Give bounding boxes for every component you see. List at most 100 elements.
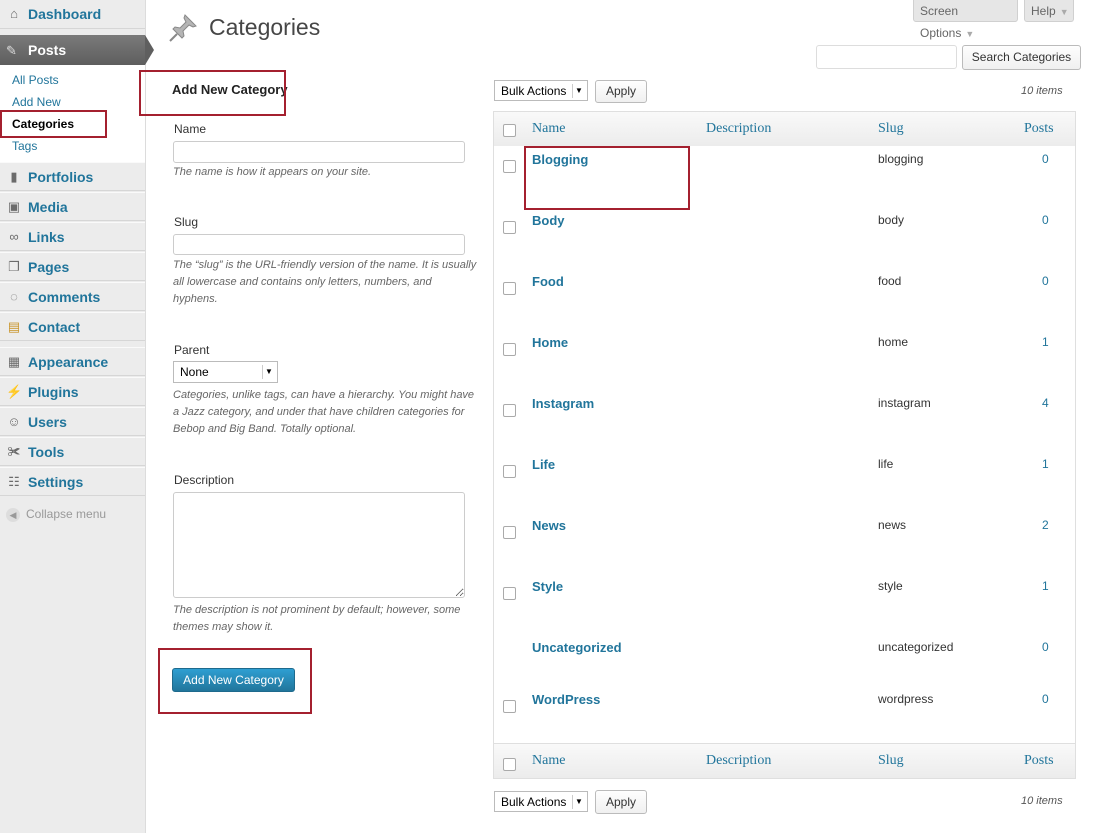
search-categories-button[interactable]: Search Categories [962,45,1081,70]
menu-dashboard[interactable]: ⌂ Dashboard [0,0,145,29]
name-label: Name [174,122,207,136]
media-icon: ▣ [7,199,21,214]
menu-posts[interactable]: ✎ Posts [0,35,154,65]
collapse-menu[interactable]: ◀ Collapse menu [6,507,106,522]
table-row: Home home 1 [494,329,1075,391]
menu-tools[interactable]: ✀ Tools [0,437,145,466]
column-description-footer[interactable]: Description [706,753,771,769]
menu-media[interactable]: ▣ Media [0,192,145,221]
row-name-link[interactable]: Home [532,335,568,350]
row-posts-link[interactable]: 0 [1042,640,1049,654]
parent-select[interactable]: None ▼ [173,361,278,383]
parent-label: Parent [174,343,210,357]
row-posts-link[interactable]: 1 [1042,579,1049,593]
row-name-link[interactable]: Food [532,274,564,289]
collapse-arrow-icon: ◀ [6,507,20,522]
row-checkbox[interactable] [503,160,516,173]
settings-icon: ☷ [8,474,20,489]
menu-tools-label: Tools [28,444,65,460]
screen-options-button[interactable]: Screen Options ▼ [913,0,1018,40]
row-name-link[interactable]: Uncategorized [532,640,622,655]
menu-pages[interactable]: ❐ Pages [0,252,145,281]
row-name-link[interactable]: Style [532,579,563,594]
table-row: WordPress wordpress 0 [494,686,1075,747]
pushpin-icon: ✎ [6,43,17,58]
items-count-top: 10 items [1021,85,1063,97]
row-name-link[interactable]: Instagram [532,396,594,411]
row-checkbox[interactable] [503,700,516,713]
submenu-tags[interactable]: Tags [12,139,37,153]
apply-button-top[interactable]: Apply [595,80,647,103]
row-posts-link[interactable]: 0 [1042,152,1049,166]
column-description[interactable]: Description [706,121,771,137]
highlight-categories-link [0,110,107,138]
description-field[interactable] [173,492,465,598]
row-posts-link[interactable]: 0 [1042,274,1049,288]
parent-select-value: None [180,365,209,379]
row-posts-link[interactable]: 1 [1042,335,1049,349]
row-checkbox[interactable] [503,404,516,417]
row-checkbox[interactable] [503,526,516,539]
column-slug[interactable]: Slug [878,121,904,137]
submenu-add-new[interactable]: Add New [12,95,61,109]
row-name-link[interactable]: WordPress [532,692,600,707]
table-row: Uncategorized uncategorized 0 [494,634,1075,687]
menu-users-label: Users [28,414,67,430]
column-name[interactable]: Name [532,121,565,137]
chevron-down-icon: ▼ [1059,7,1069,17]
chevron-down-icon: ▼ [572,795,585,809]
comment-icon: ◌ [10,289,18,304]
apply-button-bottom[interactable]: Apply [595,790,647,814]
row-checkbox[interactable] [503,587,516,600]
slug-help: The “slug” is the URL-friendly version o… [173,259,477,305]
slug-field[interactable] [173,234,465,255]
row-checkbox[interactable] [503,343,516,356]
row-posts-link[interactable]: 1 [1042,457,1049,471]
pushpin-icon [169,14,197,42]
column-slug-footer[interactable]: Slug [878,753,904,769]
submenu-all-posts[interactable]: All Posts [12,73,59,87]
menu-contact-label: Contact [28,319,81,335]
row-name-link[interactable]: Life [532,457,555,472]
row-checkbox[interactable] [503,221,516,234]
menu-users[interactable]: ☺ Users [0,407,145,436]
row-checkbox[interactable] [503,465,516,478]
menu-contact[interactable]: ▤ Contact [0,312,145,341]
menu-dashboard-label: Dashboard [28,6,102,22]
parent-help: Categories, unlike tags, can have a hier… [173,389,475,435]
search-input[interactable] [816,45,957,69]
screen-options-label: Screen Options [920,4,962,40]
plugin-icon: ⚡ [6,384,23,399]
menu-comments[interactable]: ◌ Comments [0,282,145,311]
row-slug: wordpress [878,692,934,706]
row-posts-link[interactable]: 4 [1042,396,1049,410]
bulk-actions-select-bottom[interactable]: Bulk Actions ▼ [494,791,588,812]
menu-plugins[interactable]: ⚡ Plugins [0,377,145,406]
table-row: News news 2 [494,512,1075,574]
table-header: Name Description Slug Posts [494,112,1075,147]
column-posts[interactable]: Posts [1024,121,1054,137]
name-field[interactable] [173,141,465,163]
appearance-icon: ▦ [7,354,21,369]
select-all-checkbox[interactable] [503,124,516,137]
home-icon: ⌂ [10,6,18,21]
menu-portfolios[interactable]: ▮ Portfolios [0,162,145,191]
column-posts-footer[interactable]: Posts [1024,753,1054,769]
select-all-checkbox-bottom[interactable] [503,758,516,771]
row-posts-link[interactable]: 2 [1042,518,1049,532]
menu-links[interactable]: ∞ Links [0,222,145,251]
menu-appearance[interactable]: ▦ Appearance [0,347,145,376]
description-label: Description [174,473,235,487]
bulk-actions-select-top[interactable]: Bulk Actions ▼ [494,80,588,101]
help-button[interactable]: Help ▼ [1024,0,1074,22]
row-checkbox[interactable] [503,282,516,295]
row-posts-link[interactable]: 0 [1042,213,1049,227]
column-name-footer[interactable]: Name [532,753,565,769]
highlight-add-button [158,648,312,714]
row-posts-link[interactable]: 0 [1042,692,1049,706]
slug-label: Slug [174,215,199,229]
menu-settings[interactable]: ☷ Settings [0,467,145,496]
row-name-link[interactable]: Body [532,213,565,228]
row-name-link[interactable]: News [532,518,566,533]
users-icon: ☺ [7,414,21,429]
